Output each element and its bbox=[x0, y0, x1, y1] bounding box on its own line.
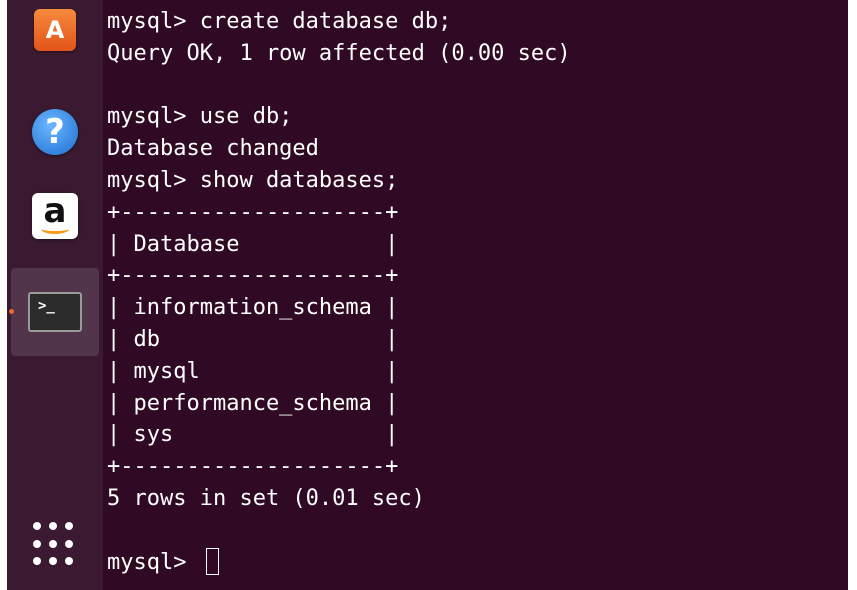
terminal-prompt-line[interactable]: mysql> bbox=[107, 547, 848, 579]
terminal-icon: >_ bbox=[28, 292, 82, 332]
terminal-line: 5 rows in set (0.01 sec) bbox=[107, 485, 425, 511]
terminal-line: Database changed bbox=[107, 136, 319, 162]
terminal-line: Query OK, 1 row affected (0.00 sec) bbox=[107, 40, 571, 66]
amazon-icon-glyph: a bbox=[43, 191, 67, 231]
terminal-line: | sys | bbox=[107, 422, 399, 448]
terminal-line: | performance_schema | bbox=[107, 390, 399, 416]
launcher-item-help[interactable]: ? bbox=[11, 88, 99, 176]
terminal-line: mysql> use db; bbox=[107, 104, 293, 130]
launcher-item-ubuntu-software[interactable]: A bbox=[11, 0, 99, 74]
terminal-line: +--------------------+ bbox=[107, 454, 399, 480]
text-cursor bbox=[205, 547, 219, 575]
terminal-line: | information_schema | bbox=[107, 295, 399, 321]
terminal-line: +--------------------+ bbox=[107, 263, 399, 289]
terminal-line: | db | bbox=[107, 326, 399, 352]
terminal-line: | Database | bbox=[107, 231, 399, 257]
help-icon-glyph: ? bbox=[45, 112, 65, 152]
software-icon-glyph: A bbox=[45, 16, 65, 44]
terminal-line: | mysql | bbox=[107, 358, 399, 384]
amazon-icon: a bbox=[32, 193, 78, 239]
help-icon: ? bbox=[32, 109, 78, 155]
terminal-line: +--------------------+ bbox=[107, 199, 399, 225]
terminal-output[interactable]: mysql> create database db; Query OK, 1 r… bbox=[107, 6, 848, 590]
ubuntu-software-icon: A bbox=[34, 9, 76, 51]
desktop-window: A ? a >_ mysql> create database db; Quer… bbox=[7, 0, 848, 590]
terminal-line: mysql> create database db; bbox=[107, 9, 452, 34]
terminal-icon-glyph: >_ bbox=[38, 298, 55, 314]
terminal-line: mysql> show databases; bbox=[107, 167, 399, 193]
launcher-item-amazon[interactable]: a bbox=[11, 172, 99, 260]
running-indicator bbox=[9, 309, 14, 314]
launcher-item-terminal[interactable]: >_ bbox=[9, 268, 99, 356]
show-applications-icon[interactable] bbox=[33, 522, 77, 566]
terminal-prompt: mysql> bbox=[107, 549, 200, 575]
launcher-sidebar: A ? a >_ bbox=[7, 0, 103, 590]
amazon-smile-icon bbox=[41, 224, 69, 234]
